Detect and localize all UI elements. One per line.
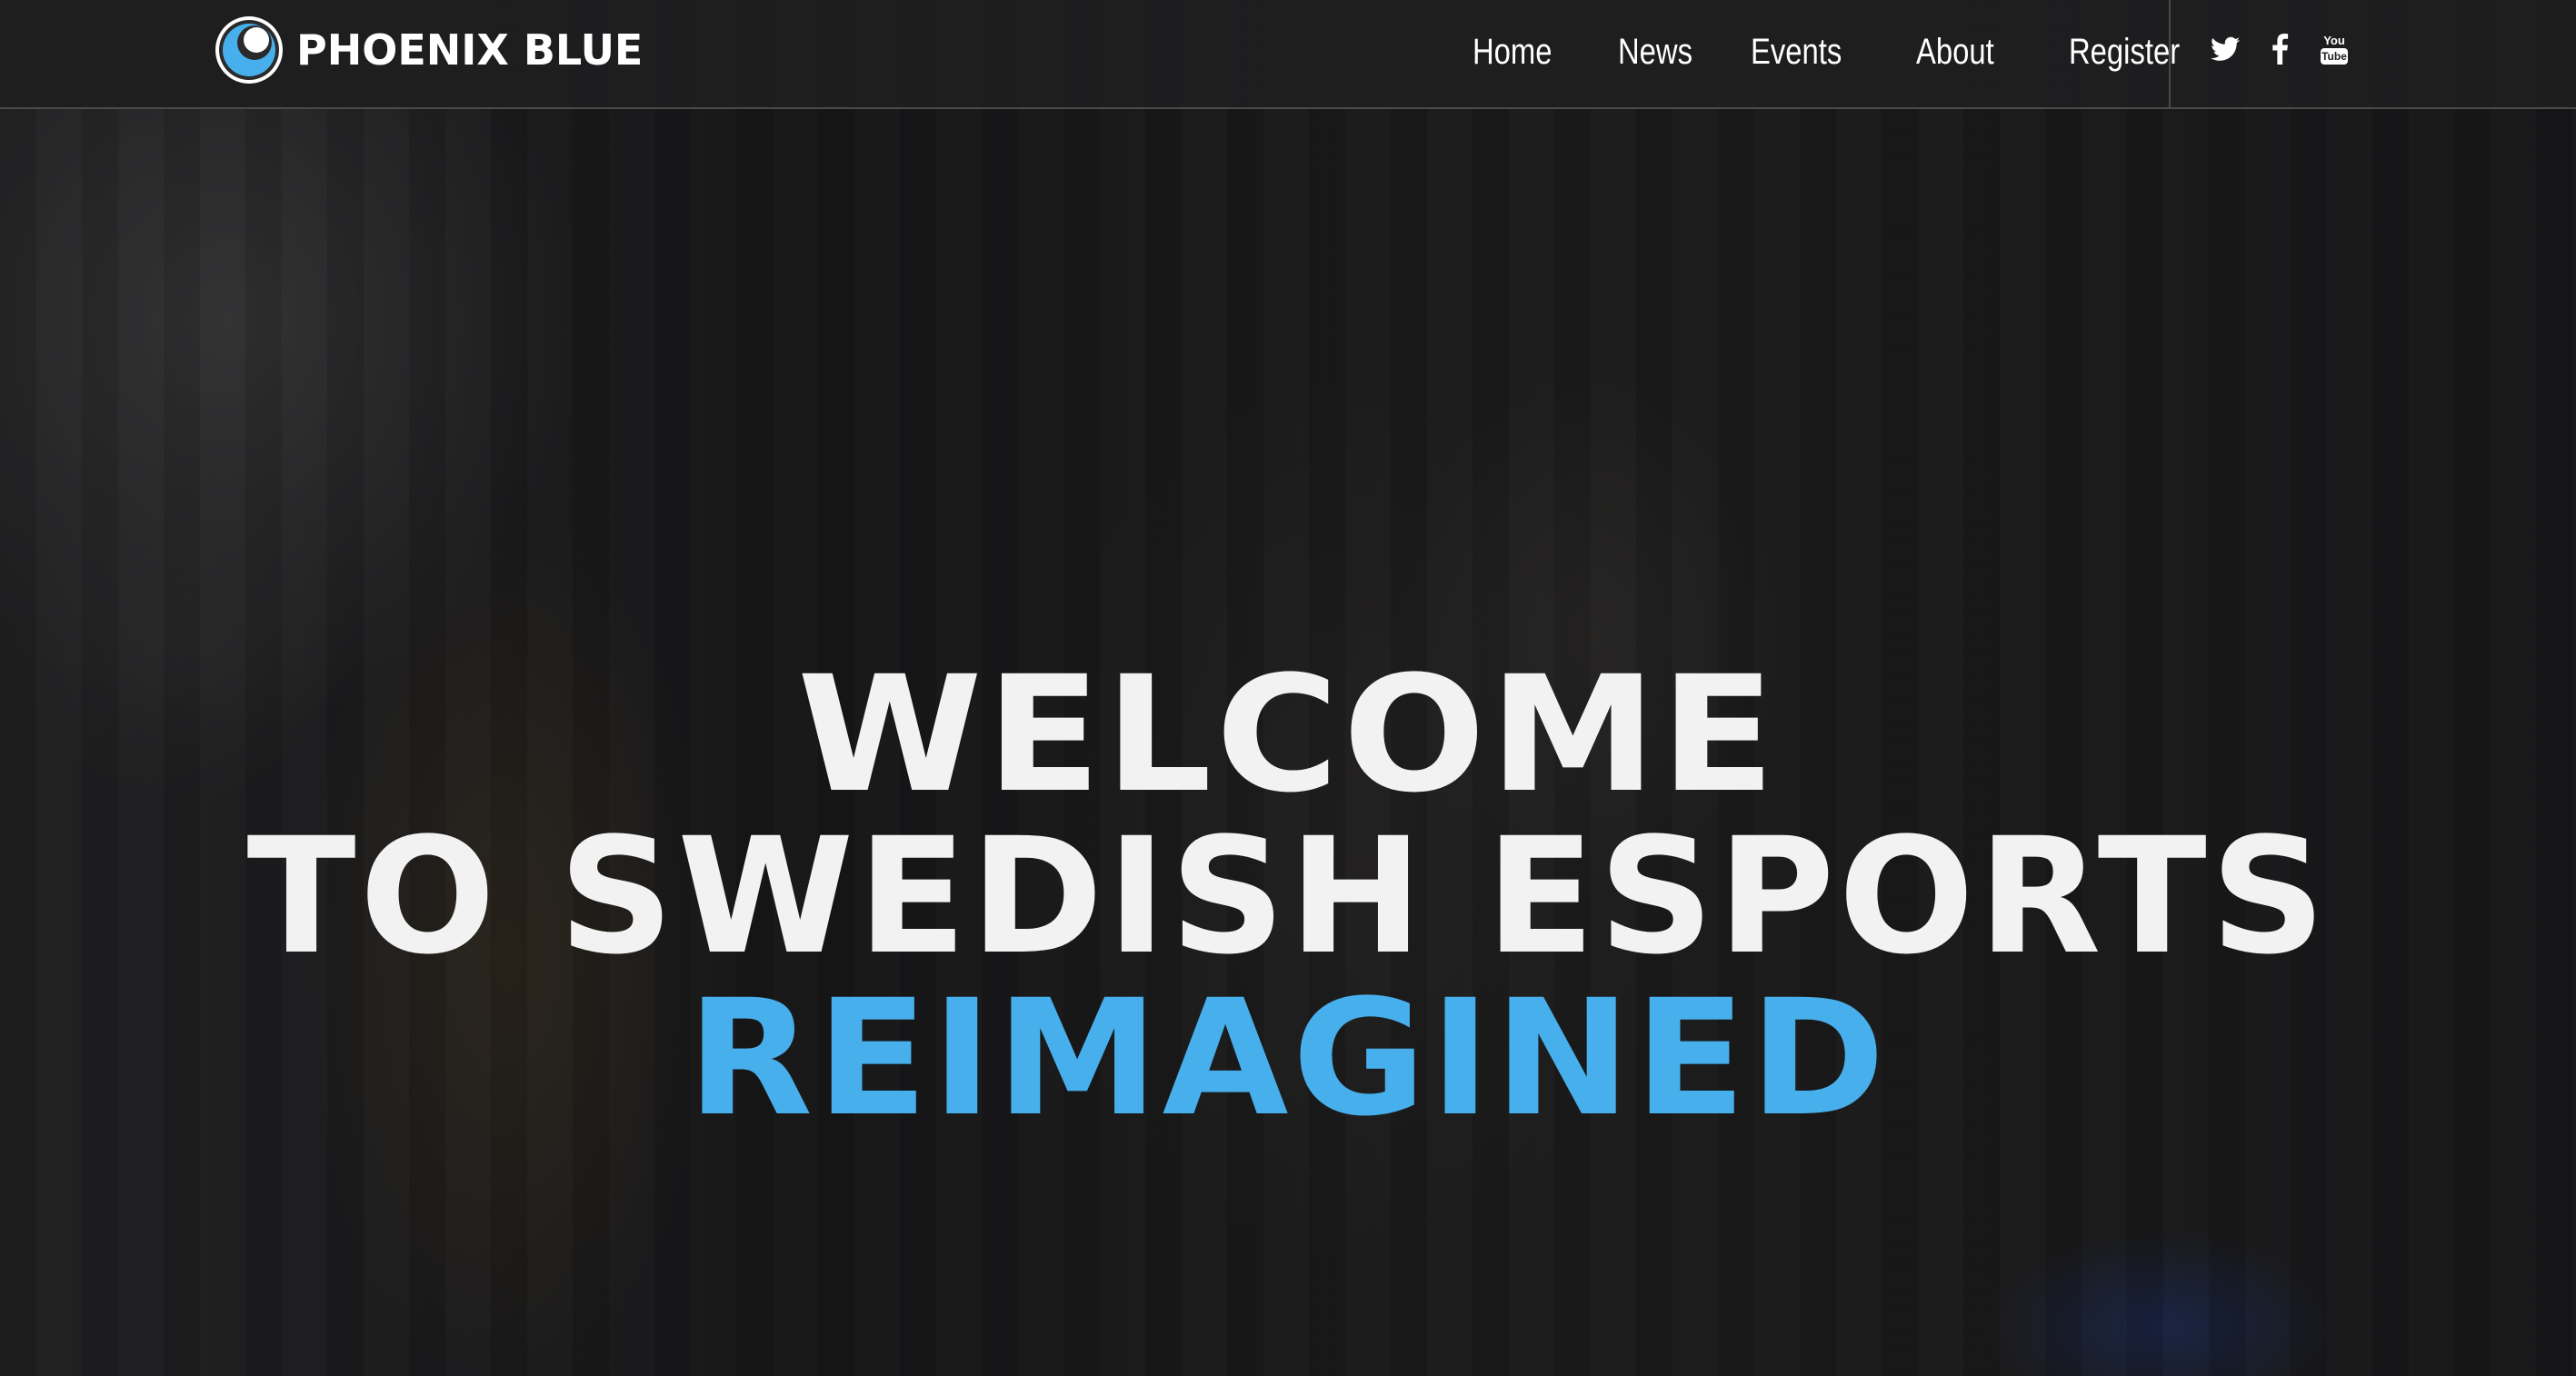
nav-item-about[interactable]: About [1916, 32, 2004, 73]
phoenix-blue-logo-icon [215, 16, 283, 84]
hero-line-reimagined: REIMAGINED [686, 965, 1890, 1152]
brand-name: PHOENIX BLUE [296, 25, 644, 75]
youtube-icon[interactable]: You Tube [2318, 33, 2351, 65]
hero-line-swedish-esports: TO SWEDISH ESPORTS [246, 803, 2330, 990]
nav-item-home[interactable]: Home [1473, 32, 1554, 73]
facebook-icon[interactable] [2263, 33, 2296, 65]
svg-text:Tube: Tube [2321, 50, 2347, 63]
social-links: You Tube [2209, 27, 2372, 71]
nav-item-news[interactable]: News [1618, 32, 1692, 73]
landing-page: PHOENIX BLUE Home News Events About Regi… [0, 0, 2576, 1376]
site-header: PHOENIX BLUE Home News Events About Regi… [0, 0, 2576, 109]
main-navigation: Home News Events About Register [1473, 20, 2260, 84]
svg-text:You: You [2323, 34, 2345, 47]
header-divider [2169, 0, 2171, 109]
hero-line-welcome: WELCOME [796, 642, 1780, 828]
hero-headline: WELCOME TO SWEDISH ESPORTS REIMAGINED [0, 654, 2576, 1140]
nav-item-events[interactable]: Events [1751, 32, 1849, 73]
brand-logo-link[interactable]: PHOENIX BLUE [213, 13, 643, 87]
twitter-icon[interactable] [2209, 33, 2242, 65]
